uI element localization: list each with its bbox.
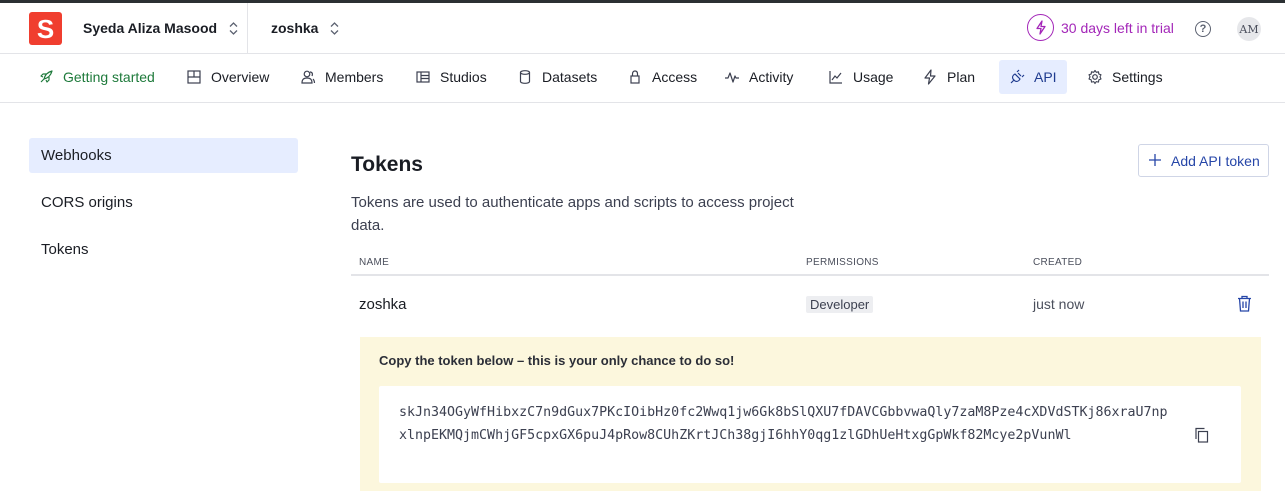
chart-line-icon (828, 69, 844, 85)
tab-label: API (1034, 69, 1057, 85)
table-header-divider (351, 274, 1269, 276)
activity-icon (724, 69, 740, 85)
bolt-icon (922, 69, 938, 85)
notice-text: Copy the token below – this is your only… (379, 353, 735, 368)
gear-icon (1087, 69, 1103, 85)
tab-label: Overview (211, 69, 270, 85)
column-header-permissions: PERMISSIONS (806, 257, 879, 268)
tab-plan[interactable]: Plan (912, 60, 985, 94)
token-notice: Copy the token below – this is your only… (360, 337, 1261, 491)
token-name: zoshka (359, 296, 407, 313)
project-name: zoshka (271, 20, 319, 36)
bolt-icon (1027, 14, 1054, 41)
chevron-updown-icon (229, 21, 238, 35)
token-created: just now (1033, 296, 1085, 312)
tab-datasets[interactable]: Datasets (507, 60, 607, 94)
project-switcher[interactable]: zoshka (271, 20, 339, 36)
add-button-label: Add API token (1171, 152, 1260, 169)
column-header-name: NAME (359, 257, 390, 268)
sidebar-item-tokens[interactable]: Tokens (29, 232, 298, 267)
logo-letter: S (36, 13, 55, 44)
tab-label: Access (652, 69, 698, 85)
rocket-icon (38, 69, 54, 85)
tab-label: Datasets (542, 69, 598, 85)
tab-label: Settings (1112, 69, 1163, 85)
add-api-token-button[interactable]: Add API token (1138, 144, 1269, 177)
sidebar-item-label: Webhooks (41, 147, 112, 164)
sidebar-item-label: CORS origins (41, 194, 133, 211)
sidebar-item-label: Tokens (41, 241, 89, 258)
org-name: Syeda Aliza Masood (83, 20, 218, 36)
permission-badge: Developer (806, 296, 874, 313)
column-header-created: CREATED (1033, 257, 1083, 268)
plus-icon (1148, 151, 1162, 171)
tab-label: Members (325, 69, 384, 85)
copy-icon[interactable] (1194, 427, 1209, 443)
token-value[interactable]: skJn34OGyWfHibxzC7n9dGux7PKcIOibHz0fc2Ww… (399, 401, 1169, 447)
users-icon (300, 69, 316, 85)
lock-icon (627, 69, 643, 85)
token-box: skJn34OGyWfHibxzC7n9dGux7PKcIOibHz0fc2Ww… (379, 386, 1241, 483)
sanity-logo[interactable]: S (29, 12, 62, 45)
layout-icon (186, 69, 202, 85)
trial-text: 30 days left in trial (1061, 19, 1174, 36)
studio-icon (415, 69, 431, 85)
tab-getting-started[interactable]: Getting started (28, 60, 165, 94)
app-header: S Syeda Aliza Masood zoshka 30 days left… (0, 3, 1285, 54)
tab-label: Studios (440, 69, 487, 85)
chevron-updown-icon (330, 21, 339, 35)
tab-label: Getting started (63, 69, 155, 85)
trial-status[interactable]: 30 days left in trial (1027, 14, 1174, 41)
plug-icon (1009, 69, 1025, 85)
tab-studios[interactable]: Studios (405, 60, 497, 94)
trash-icon[interactable] (1237, 295, 1252, 312)
sidebar-item-cors-origins[interactable]: CORS origins (29, 185, 298, 220)
tab-members[interactable]: Members (290, 60, 393, 94)
tab-overview[interactable]: Overview (176, 60, 279, 94)
tab-label: Activity (749, 69, 794, 85)
org-switcher[interactable]: Syeda Aliza Masood (83, 20, 238, 36)
tab-label: Plan (947, 69, 976, 85)
project-nav: Getting started Overview Members Studios… (0, 54, 1285, 103)
page-title: Tokens (351, 153, 423, 176)
tab-access[interactable]: Access (617, 60, 707, 94)
tab-activity[interactable]: Activity (714, 60, 803, 94)
tab-settings[interactable]: Settings (1077, 60, 1173, 94)
tab-api[interactable]: API (999, 60, 1067, 94)
tab-label: Usage (853, 69, 894, 85)
help-icon[interactable]: ? (1195, 21, 1211, 37)
database-icon (517, 69, 533, 85)
avatar[interactable]: AM (1237, 17, 1261, 41)
sidebar-item-webhooks[interactable]: Webhooks (29, 138, 298, 173)
page-description: Tokens are used to authenticate apps and… (351, 194, 794, 234)
tab-usage[interactable]: Usage (818, 60, 903, 94)
header-divider (247, 3, 248, 53)
